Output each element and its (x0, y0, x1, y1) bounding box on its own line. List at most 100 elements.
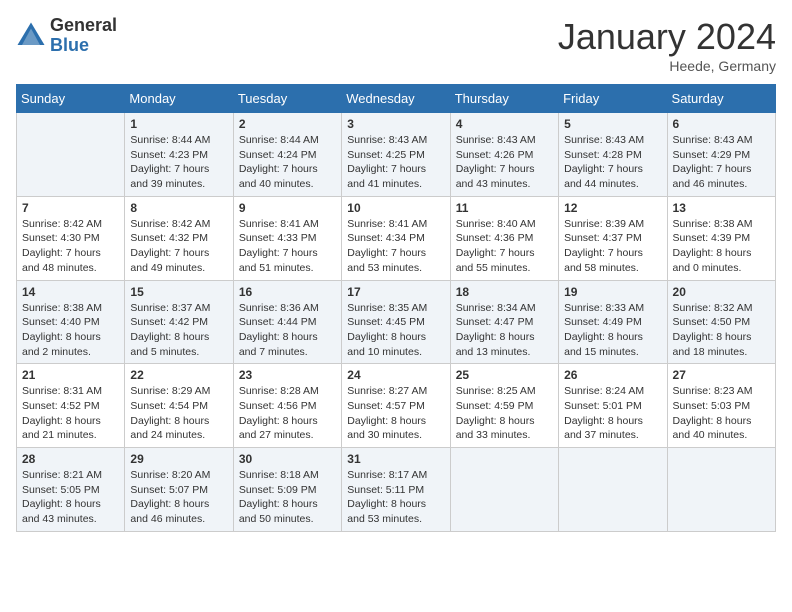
day-info: Sunrise: 8:28 AM Sunset: 4:56 PM Dayligh… (239, 384, 336, 443)
day-number: 31 (347, 452, 444, 466)
day-number: 28 (22, 452, 119, 466)
day-cell: 25 Sunrise: 8:25 AM Sunset: 4:59 PM Dayli… (450, 364, 558, 448)
day-info: Sunrise: 8:43 AM Sunset: 4:28 PM Dayligh… (564, 133, 661, 192)
week-row-4: 21 Sunrise: 8:31 AM Sunset: 4:52 PM Dayli… (17, 364, 776, 448)
day-info: Sunrise: 8:32 AM Sunset: 4:50 PM Dayligh… (673, 301, 770, 360)
day-info: Sunrise: 8:35 AM Sunset: 4:45 PM Dayligh… (347, 301, 444, 360)
day-cell: 10 Sunrise: 8:41 AM Sunset: 4:34 PM Dayli… (342, 196, 450, 280)
day-number: 10 (347, 201, 444, 215)
day-cell: 23 Sunrise: 8:28 AM Sunset: 4:56 PM Dayli… (233, 364, 341, 448)
day-info: Sunrise: 8:42 AM Sunset: 4:30 PM Dayligh… (22, 217, 119, 276)
day-cell: 27Sunrise: 8:23 AM Sunset: 5:03 PM Dayli… (667, 364, 775, 448)
day-info: Sunrise: 8:31 AM Sunset: 4:52 PM Dayligh… (22, 384, 119, 443)
day-info: Sunrise: 8:24 AM Sunset: 5:01 PM Dayligh… (564, 384, 661, 443)
day-number: 9 (239, 201, 336, 215)
day-cell: 16 Sunrise: 8:36 AM Sunset: 4:44 PM Dayli… (233, 280, 341, 364)
day-header-sunday: Sunday (17, 85, 125, 113)
day-info: Sunrise: 8:20 AM Sunset: 5:07 PM Dayligh… (130, 468, 227, 527)
day-cell: 30 Sunrise: 8:18 AM Sunset: 5:09 PM Dayli… (233, 448, 341, 532)
day-number: 16 (239, 285, 336, 299)
day-cell (667, 448, 775, 532)
day-info: Sunrise: 8:29 AM Sunset: 4:54 PM Dayligh… (130, 384, 227, 443)
day-cell: 9 Sunrise: 8:41 AM Sunset: 4:33 PM Daylig… (233, 196, 341, 280)
week-row-1: 1 Sunrise: 8:44 AM Sunset: 4:23 PM Daylig… (17, 113, 776, 197)
day-info: Sunrise: 8:43 AM Sunset: 4:25 PM Dayligh… (347, 133, 444, 192)
day-info: Sunrise: 8:21 AM Sunset: 5:05 PM Dayligh… (22, 468, 119, 527)
page-header: General Blue January 2024 Heede, Germany (16, 16, 776, 74)
day-info: Sunrise: 8:36 AM Sunset: 4:44 PM Dayligh… (239, 301, 336, 360)
month-title: January 2024 (558, 16, 776, 58)
calendar-table: SundayMondayTuesdayWednesdayThursdayFrid… (16, 84, 776, 532)
logo-general: General (50, 16, 117, 36)
day-cell: 8 Sunrise: 8:42 AM Sunset: 4:32 PM Daylig… (125, 196, 233, 280)
day-cell: 15 Sunrise: 8:37 AM Sunset: 4:42 PM Dayli… (125, 280, 233, 364)
day-cell: 1 Sunrise: 8:44 AM Sunset: 4:23 PM Daylig… (125, 113, 233, 197)
day-info: Sunrise: 8:37 AM Sunset: 4:42 PM Dayligh… (130, 301, 227, 360)
day-cell: 2Sunrise: 8:44 AM Sunset: 4:24 PM Daylig… (233, 113, 341, 197)
day-number: 1 (130, 117, 227, 131)
day-cell: 14 Sunrise: 8:38 AM Sunset: 4:40 PM Dayli… (17, 280, 125, 364)
day-cell: 11Sunrise: 8:40 AM Sunset: 4:36 PM Dayli… (450, 196, 558, 280)
day-info: Sunrise: 8:33 AM Sunset: 4:49 PM Dayligh… (564, 301, 661, 360)
day-info: Sunrise: 8:38 AM Sunset: 4:40 PM Dayligh… (22, 301, 119, 360)
day-cell (559, 448, 667, 532)
day-info: Sunrise: 8:18 AM Sunset: 5:09 PM Dayligh… (239, 468, 336, 527)
day-cell: 5 Sunrise: 8:43 AM Sunset: 4:28 PM Daylig… (559, 113, 667, 197)
day-info: Sunrise: 8:41 AM Sunset: 4:33 PM Dayligh… (239, 217, 336, 276)
day-cell: 13Sunrise: 8:38 AM Sunset: 4:39 PM Dayli… (667, 196, 775, 280)
day-cell: 6 Sunrise: 8:43 AM Sunset: 4:29 PM Daylig… (667, 113, 775, 197)
day-number: 7 (22, 201, 119, 215)
day-info: Sunrise: 8:44 AM Sunset: 4:23 PM Dayligh… (130, 133, 227, 192)
day-number: 18 (456, 285, 553, 299)
day-cell: 17Sunrise: 8:35 AM Sunset: 4:45 PM Dayli… (342, 280, 450, 364)
day-number: 14 (22, 285, 119, 299)
day-header-wednesday: Wednesday (342, 85, 450, 113)
day-cell: 12 Sunrise: 8:39 AM Sunset: 4:37 PM Dayli… (559, 196, 667, 280)
day-info: Sunrise: 8:34 AM Sunset: 4:47 PM Dayligh… (456, 301, 553, 360)
day-info: Sunrise: 8:42 AM Sunset: 4:32 PM Dayligh… (130, 217, 227, 276)
day-number: 8 (130, 201, 227, 215)
day-info: Sunrise: 8:41 AM Sunset: 4:34 PM Dayligh… (347, 217, 444, 276)
week-row-3: 14 Sunrise: 8:38 AM Sunset: 4:40 PM Dayli… (17, 280, 776, 364)
day-cell: 28 Sunrise: 8:21 AM Sunset: 5:05 PM Dayli… (17, 448, 125, 532)
day-cell: 3 Sunrise: 8:43 AM Sunset: 4:25 PM Daylig… (342, 113, 450, 197)
logo-blue: Blue (50, 36, 117, 56)
day-number: 2 (239, 117, 336, 131)
day-info: Sunrise: 8:27 AM Sunset: 4:57 PM Dayligh… (347, 384, 444, 443)
day-cell: 31Sunrise: 8:17 AM Sunset: 5:11 PM Dayli… (342, 448, 450, 532)
day-number: 21 (22, 368, 119, 382)
days-header-row: SundayMondayTuesdayWednesdayThursdayFrid… (17, 85, 776, 113)
day-header-monday: Monday (125, 85, 233, 113)
day-header-saturday: Saturday (667, 85, 775, 113)
day-info: Sunrise: 8:38 AM Sunset: 4:39 PM Dayligh… (673, 217, 770, 276)
location: Heede, Germany (558, 58, 776, 74)
day-cell: 24 Sunrise: 8:27 AM Sunset: 4:57 PM Dayli… (342, 364, 450, 448)
day-cell: 7 Sunrise: 8:42 AM Sunset: 4:30 PM Daylig… (17, 196, 125, 280)
title-area: January 2024 Heede, Germany (558, 16, 776, 74)
day-cell: 29 Sunrise: 8:20 AM Sunset: 5:07 PM Dayli… (125, 448, 233, 532)
day-info: Sunrise: 8:39 AM Sunset: 4:37 PM Dayligh… (564, 217, 661, 276)
day-number: 25 (456, 368, 553, 382)
day-cell: 19Sunrise: 8:33 AM Sunset: 4:49 PM Dayli… (559, 280, 667, 364)
day-number: 29 (130, 452, 227, 466)
day-number: 6 (673, 117, 770, 131)
day-cell: 4Sunrise: 8:43 AM Sunset: 4:26 PM Daylig… (450, 113, 558, 197)
day-info: Sunrise: 8:43 AM Sunset: 4:29 PM Dayligh… (673, 133, 770, 192)
day-number: 24 (347, 368, 444, 382)
day-number: 4 (456, 117, 553, 131)
day-number: 15 (130, 285, 227, 299)
day-number: 12 (564, 201, 661, 215)
day-number: 3 (347, 117, 444, 131)
day-header-thursday: Thursday (450, 85, 558, 113)
day-number: 20 (673, 285, 770, 299)
day-cell: 20 Sunrise: 8:32 AM Sunset: 4:50 PM Dayli… (667, 280, 775, 364)
day-cell: 26 Sunrise: 8:24 AM Sunset: 5:01 PM Dayli… (559, 364, 667, 448)
day-cell: 18 Sunrise: 8:34 AM Sunset: 4:47 PM Dayli… (450, 280, 558, 364)
day-number: 30 (239, 452, 336, 466)
day-cell: 22Sunrise: 8:29 AM Sunset: 4:54 PM Dayli… (125, 364, 233, 448)
logo: General Blue (16, 16, 117, 56)
day-number: 5 (564, 117, 661, 131)
day-number: 23 (239, 368, 336, 382)
day-info: Sunrise: 8:25 AM Sunset: 4:59 PM Dayligh… (456, 384, 553, 443)
day-number: 26 (564, 368, 661, 382)
